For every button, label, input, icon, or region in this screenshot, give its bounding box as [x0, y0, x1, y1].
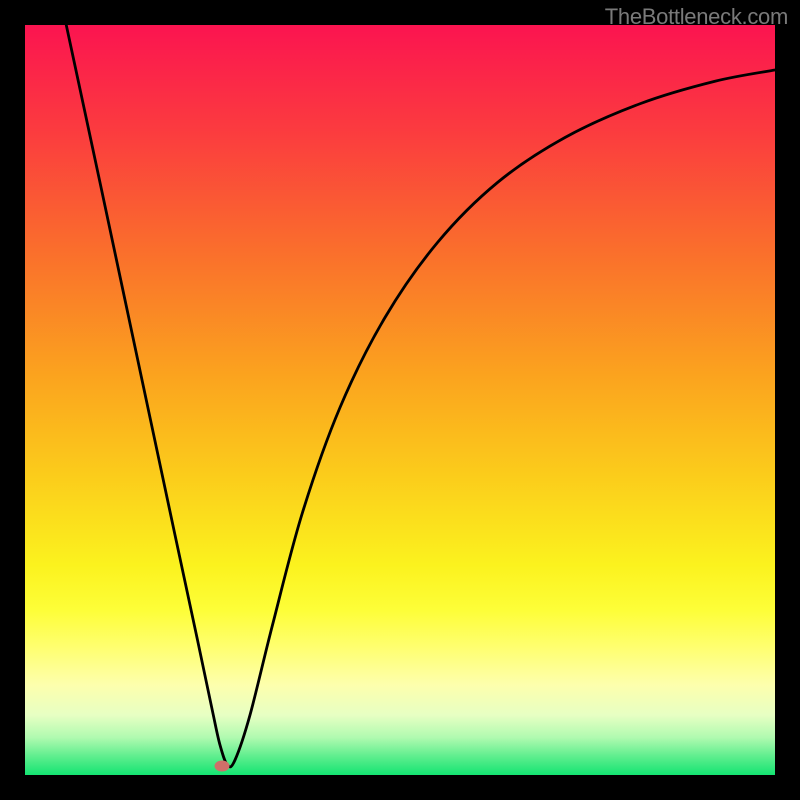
bottleneck-curve [66, 25, 775, 767]
curve-svg [25, 25, 775, 775]
plot-area [25, 25, 775, 775]
minimum-marker [214, 761, 229, 772]
watermark-text: TheBottleneck.com [605, 4, 788, 30]
